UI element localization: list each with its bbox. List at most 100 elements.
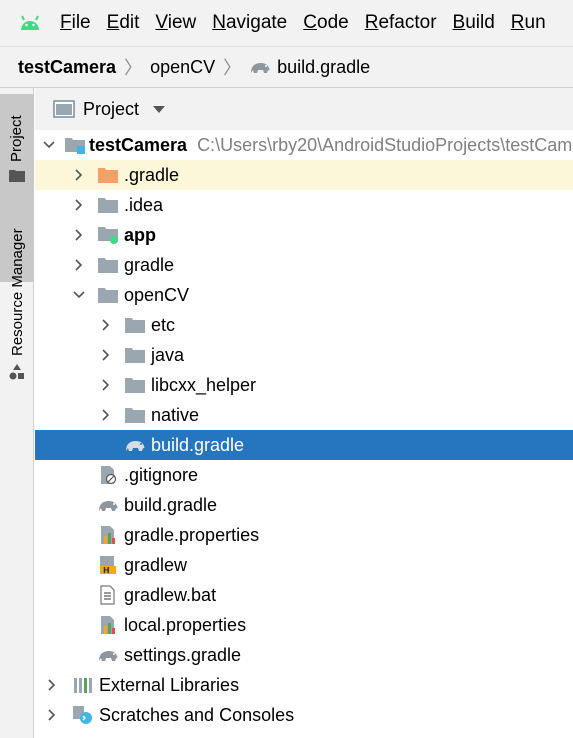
chevron-right-icon[interactable] <box>97 379 115 391</box>
tree-item-gitignore[interactable]: .gitignore <box>35 460 573 490</box>
menu-file[interactable]: File <box>60 12 91 34</box>
menu-navigate[interactable]: Navigate <box>212 12 287 34</box>
tree-item-label: build.gradle <box>151 434 245 455</box>
chevron-right-icon[interactable] <box>43 679 61 691</box>
folder-icon <box>123 344 147 366</box>
tree-item-label: gradlew.bat <box>124 584 217 605</box>
tree-item-label: settings.gradle <box>124 644 242 665</box>
tree-item-etc[interactable]: etc <box>35 310 573 340</box>
tree-root[interactable]: testCamera C:\Users\rby20\AndroidStudioP… <box>35 130 573 160</box>
tree-item-opencv[interactable]: openCV <box>35 280 573 310</box>
tree-item-scratches[interactable]: Scratches and Consoles <box>35 700 573 730</box>
tree-item-build-gradle[interactable]: build.gradle <box>35 490 573 520</box>
tree-item-gradle-cache[interactable]: .gradle <box>35 160 573 190</box>
tab-resource-manager-label: Resource Manager <box>9 228 26 356</box>
folder-icon <box>96 194 120 216</box>
properties-file-icon <box>96 524 120 546</box>
properties-file-icon <box>96 614 120 636</box>
tree-item-libcxx-helper[interactable]: libcxx_helper <box>35 370 573 400</box>
tree-item-label: local.properties <box>124 614 247 635</box>
gradle-elephant-icon <box>96 644 120 666</box>
tree-item-label: openCV <box>124 284 190 305</box>
tree-item-label: External Libraries <box>99 674 240 695</box>
panel-title: Project <box>83 98 140 119</box>
project-panel-header: Project <box>35 88 573 130</box>
library-icon <box>71 674 95 696</box>
shell-script-icon: H <box>96 554 120 576</box>
chevron-right-icon[interactable] <box>70 259 88 271</box>
scratches-icon <box>71 704 95 726</box>
chevron-right-icon[interactable] <box>97 349 115 361</box>
tab-project-label: Project <box>8 115 25 162</box>
tree-item-label: .idea <box>124 194 164 215</box>
tab-resource-manager[interactable]: Resource Manager <box>0 206 34 396</box>
menu-build[interactable]: Build <box>453 12 495 34</box>
svg-text:H: H <box>103 566 110 575</box>
tree-item-label: gradle.properties <box>124 524 260 545</box>
tree-item-gradlew[interactable]: H gradlew <box>35 550 573 580</box>
project-view-icon <box>53 100 75 118</box>
tree-item-label: libcxx_helper <box>151 374 257 395</box>
menu-bar: File Edit View Navigate Code Refactor Bu… <box>0 0 573 46</box>
tree-item-local-properties[interactable]: local.properties <box>35 610 573 640</box>
tree-item-external-libraries[interactable]: External Libraries <box>35 670 573 700</box>
folder-icon <box>9 168 25 187</box>
android-module-folder-icon <box>96 224 120 246</box>
tree-item-label: native <box>151 404 200 425</box>
tree-item-app[interactable]: app <box>35 220 573 250</box>
tool-window-strip: Project Resource Manager <box>0 88 34 738</box>
text-file-icon <box>96 584 120 606</box>
chevron-right-icon: 〉 <box>124 58 143 78</box>
folder-icon <box>123 404 147 426</box>
breadcrumb-project[interactable]: testCamera <box>18 57 116 78</box>
tree-item-label: .gradle <box>124 164 180 185</box>
tree-item-label: build.gradle <box>124 494 218 515</box>
tree-item-native[interactable]: native <box>35 400 573 430</box>
tree-item-gradlew-bat[interactable]: gradlew.bat <box>35 580 573 610</box>
tree-item-idea[interactable]: .idea <box>35 190 573 220</box>
folder-icon <box>96 284 120 306</box>
tree-item-label: app <box>124 224 157 245</box>
chevron-right-icon[interactable] <box>97 409 115 421</box>
chevron-down-icon[interactable] <box>70 291 88 299</box>
tree-item-settings-gradle[interactable]: settings.gradle <box>35 640 573 670</box>
breadcrumb-module[interactable]: openCV <box>150 57 215 78</box>
folder-icon <box>96 254 120 276</box>
tree-item-label: java <box>151 344 185 365</box>
tree-item-label: Scratches and Consoles <box>99 704 295 725</box>
module-folder-icon <box>65 134 85 156</box>
folder-icon <box>123 374 147 396</box>
menu-refactor[interactable]: Refactor <box>365 12 437 34</box>
gradle-elephant-icon <box>123 434 147 456</box>
dropdown-caret-icon[interactable] <box>153 105 166 113</box>
tree-item-gradle-properties[interactable]: gradle.properties <box>35 520 573 550</box>
tree-item-label: gradle <box>124 254 175 275</box>
breadcrumb: testCamera 〉 openCV 〉 build.gradle <box>0 46 573 88</box>
tree-item-opencv-build-gradle[interactable]: build.gradle <box>35 430 573 460</box>
folder-icon <box>123 314 147 336</box>
menu-code[interactable]: Code <box>303 12 348 34</box>
tree-root-path: C:\Users\rby20\AndroidStudioProjects\tes… <box>197 134 573 155</box>
chevron-right-icon[interactable] <box>70 229 88 241</box>
tree-item-gradle[interactable]: gradle <box>35 250 573 280</box>
breadcrumb-file[interactable]: build.gradle <box>249 57 370 78</box>
tree-item-label: .gitignore <box>124 464 199 485</box>
ignore-file-icon <box>96 464 120 486</box>
menu-edit[interactable]: Edit <box>107 12 140 34</box>
gradle-elephant-icon <box>96 494 120 516</box>
folder-icon <box>96 164 120 186</box>
chevron-right-icon[interactable] <box>43 709 61 721</box>
chevron-right-icon[interactable] <box>97 319 115 331</box>
chevron-right-icon[interactable] <box>70 169 88 181</box>
project-tree: testCamera C:\Users\rby20\AndroidStudioP… <box>35 130 573 738</box>
menu-run[interactable]: Run <box>511 12 546 34</box>
gradle-elephant-icon <box>249 59 271 75</box>
menu-view[interactable]: View <box>155 12 196 34</box>
chevron-right-icon: 〉 <box>223 58 242 78</box>
tree-item-java[interactable]: java <box>35 340 573 370</box>
android-logo-icon <box>0 0 60 46</box>
tree-root-label: testCamera <box>89 134 188 155</box>
chevron-down-icon[interactable] <box>43 141 55 149</box>
chevron-right-icon[interactable] <box>70 199 88 211</box>
resource-manager-icon <box>9 364 25 385</box>
